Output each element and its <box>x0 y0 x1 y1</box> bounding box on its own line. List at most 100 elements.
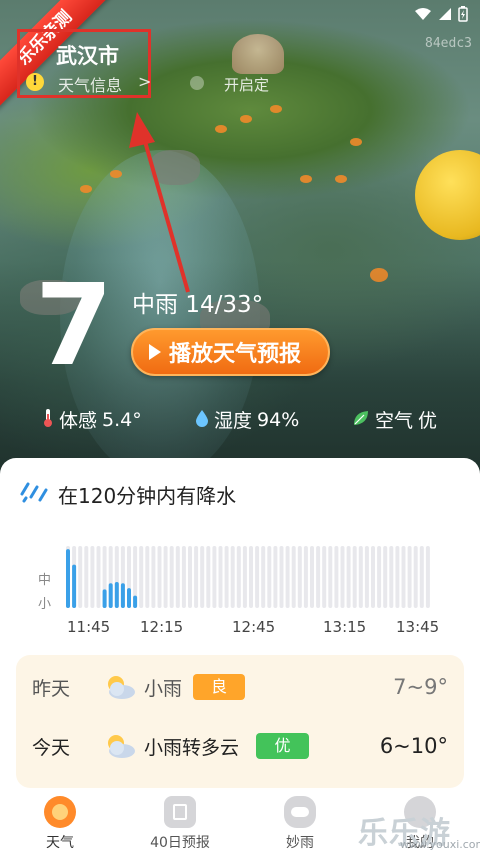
precip-bar <box>66 549 70 608</box>
precip-bar-track <box>218 546 223 608</box>
precipitation-chart <box>66 546 430 608</box>
precip-bar-track <box>364 546 369 608</box>
precip-bar-track <box>175 546 180 608</box>
precip-bar-track <box>310 546 314 608</box>
nav-tab-weather[interactable]: 天气 <box>20 796 100 852</box>
precip-bar-track <box>224 546 229 608</box>
feels-like-label: 体感 <box>59 410 98 432</box>
air-quality-metric[interactable]: 空气 优 <box>352 406 437 433</box>
forecast-condition: 小雨转多云 <box>144 736 240 759</box>
precip-bar-track <box>163 546 168 608</box>
precip-bar <box>102 589 107 608</box>
thermometer-icon <box>42 408 54 432</box>
precip-bar-track <box>346 546 351 608</box>
precip-bar <box>133 595 138 608</box>
condition-text: 中雨 <box>132 292 178 318</box>
humidity-metric[interactable]: 湿度 94% <box>195 406 299 433</box>
precip-bar <box>127 588 131 608</box>
forecast-day: 昨天 <box>32 677 71 700</box>
chart-y-label-medium: 中 <box>38 573 52 588</box>
precipitation-title: 在120分钟内有降水 <box>58 484 237 508</box>
partly-cloudy-icon <box>108 676 135 699</box>
precip-bar-track <box>377 546 382 608</box>
precip-bar-track <box>145 546 150 608</box>
precip-bar-track <box>267 546 272 608</box>
humidity-value: 94% <box>257 408 300 431</box>
precip-bar-track <box>188 546 192 608</box>
precip-bar-track <box>401 546 406 608</box>
temperature-degree: ° <box>88 282 106 323</box>
temperature-range: 14/33° <box>185 292 264 318</box>
precip-bar-track <box>139 546 144 608</box>
precip-bar-track <box>419 546 424 608</box>
precip-bar-track <box>261 546 266 608</box>
air-quality-label: 空气 <box>375 410 414 432</box>
precip-bar-track <box>303 546 308 608</box>
feels-like-value: 5.4° <box>102 408 142 431</box>
precip-bar-track <box>255 546 260 608</box>
precip-bar-track <box>413 546 418 608</box>
precip-bar-track <box>200 546 205 608</box>
play-forecast-button[interactable]: 播放天气预报 <box>131 328 330 376</box>
precip-bar-track <box>383 546 388 608</box>
precip-bar <box>108 583 113 608</box>
sun-icon <box>44 796 76 828</box>
precip-bar-track <box>279 546 284 608</box>
nav-tab-40day[interactable]: 40日预报 <box>140 796 220 852</box>
precip-bar-track <box>96 546 101 608</box>
chart-x-label: 11:45 <box>67 618 111 636</box>
precip-bar-track <box>352 546 357 608</box>
precip-bar-track <box>249 546 253 608</box>
chart-x-label: 13:45 <box>396 618 440 636</box>
forecast-temp-range: 7~9° <box>393 675 448 699</box>
precip-bar-track <box>181 546 186 608</box>
precip-bar-track <box>328 546 333 608</box>
chart-x-label: 12:15 <box>140 618 184 636</box>
precip-bar-track <box>334 546 339 608</box>
forecast-condition: 小雨 <box>144 677 183 700</box>
forecast-row-today[interactable]: 今天 小雨转多云 优 6~10° <box>16 721 464 771</box>
play-icon <box>149 344 161 360</box>
chart-y-label-light: 小 <box>38 597 52 612</box>
precip-bar-track <box>407 546 412 608</box>
aqi-badge: 优 <box>256 733 309 759</box>
cloud-rain-icon <box>284 796 316 828</box>
precip-bar-track <box>285 546 290 608</box>
precip-bar-track <box>169 546 174 608</box>
nav-tab-rain[interactable]: 妙雨 <box>260 796 340 852</box>
calendar-icon <box>164 796 196 828</box>
precip-bar-track <box>273 546 278 608</box>
precipitation-header: 在120分钟内有降水 <box>20 480 236 509</box>
precip-bar-track <box>425 546 430 608</box>
leaf-icon <box>352 409 370 431</box>
precip-bar-track <box>90 546 95 608</box>
nav-label: 妙雨 <box>286 835 314 851</box>
precip-bar-track <box>78 546 83 608</box>
rain-icon <box>20 481 48 508</box>
precip-bar-track <box>157 546 162 608</box>
forecast-day: 今天 <box>32 736 71 759</box>
nav-label: 40日预报 <box>150 835 210 851</box>
droplet-icon <box>195 409 209 431</box>
precip-bar-track <box>206 546 211 608</box>
nav-label: 天气 <box>46 835 74 851</box>
precip-bar <box>72 564 77 608</box>
precip-bar-track <box>291 546 296 608</box>
precip-bar-track <box>389 546 394 608</box>
precip-bar-track <box>297 546 302 608</box>
precip-bar-track <box>236 546 241 608</box>
precip-bar-track <box>358 546 363 608</box>
forecast-row-yesterday[interactable]: 昨天 小雨 良 7~9° <box>16 662 464 712</box>
humidity-label: 湿度 <box>214 410 253 432</box>
feels-like-metric[interactable]: 体感 5.4° <box>42 406 142 433</box>
precip-bar-track <box>395 546 400 608</box>
forecast-temp-range: 6~10° <box>379 734 448 758</box>
play-forecast-label: 播放天气预报 <box>169 342 302 367</box>
chart-x-label: 13:15 <box>323 618 367 636</box>
precip-bar-track <box>151 546 156 608</box>
partly-cloudy-icon <box>108 735 135 758</box>
precip-bar <box>114 581 119 608</box>
aqi-badge: 良 <box>193 674 245 700</box>
chart-x-label: 12:45 <box>232 618 276 636</box>
precip-bar <box>120 583 125 608</box>
